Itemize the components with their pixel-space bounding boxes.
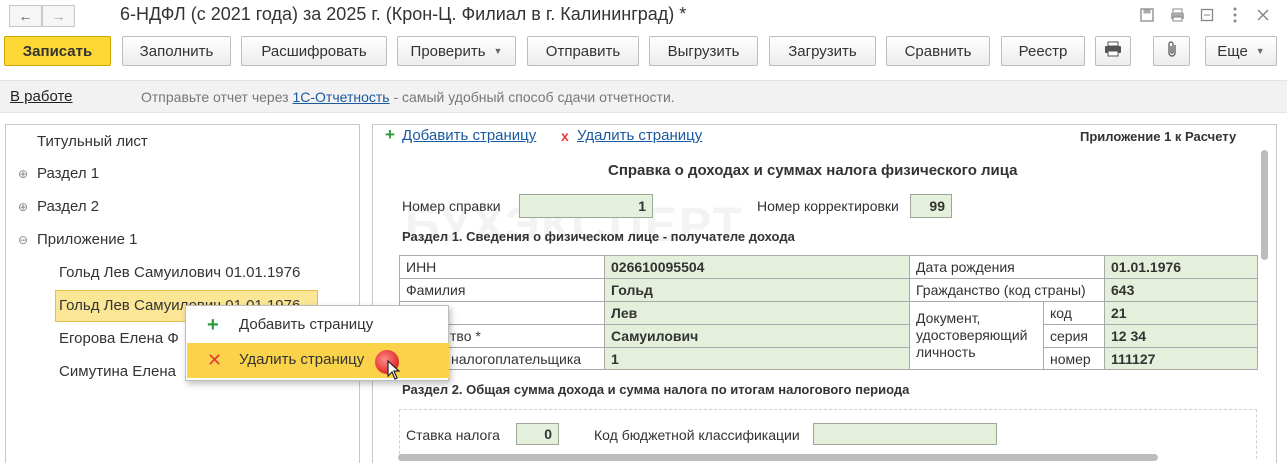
info-bar: В работе Отправьте отчет через 1С-Отчетн…: [0, 80, 1287, 113]
birth-field[interactable]: 01.01.1976: [1104, 255, 1258, 279]
appendix-label: Приложение 1 к Расчету: [1080, 129, 1237, 144]
print-button[interactable]: [1095, 36, 1131, 66]
doc-number-label: номер: [1043, 347, 1105, 370]
cert-number-label: Номер справки: [402, 198, 501, 214]
more-button[interactable]: Еще ▼: [1205, 36, 1277, 66]
tree-item-section1[interactable]: Раздел 1: [37, 165, 99, 182]
chevron-down-icon: ▼: [493, 46, 503, 56]
surname-label: Фамилия: [399, 278, 605, 302]
chevron-down-icon: ▼: [1255, 46, 1265, 56]
printer-icon: [1104, 41, 1122, 61]
correction-field[interactable]: 99: [910, 194, 952, 218]
name-field[interactable]: Лев: [604, 301, 910, 325]
section2-title: Раздел 2. Общая сумма дохода и сумма нал…: [402, 382, 910, 397]
info-text-after: - самый удобный способ сдачи отчетности.: [389, 89, 675, 105]
plus-icon: +: [207, 314, 219, 336]
back-button[interactable]: ←: [9, 5, 42, 27]
restore-icon[interactable]: [1198, 6, 1216, 24]
menu-item-label: Добавить страницу: [239, 316, 374, 333]
check-button-label: Проверить: [410, 42, 486, 60]
export-button[interactable]: Выгрузить: [649, 36, 758, 66]
horizontal-scrollbar[interactable]: [378, 454, 1258, 462]
kbk-label: Код бюджетной классификации: [594, 427, 800, 443]
doc-number-field[interactable]: 111127: [1104, 347, 1258, 370]
check-button[interactable]: Проверить ▼: [397, 36, 516, 66]
forward-button[interactable]: →: [42, 5, 75, 27]
person-table: ИНН 026610095504 Дата рождения 01.01.197…: [399, 255, 1258, 370]
form-heading: Справка о доходах и суммах налога физиче…: [608, 162, 1018, 179]
citizenship-field[interactable]: 643: [1104, 278, 1258, 302]
kbk-field[interactable]: [813, 423, 997, 445]
fill-button[interactable]: Заполнить: [122, 36, 231, 66]
info-text: Отправьте отчет через 1С-Отчетность - са…: [141, 89, 675, 105]
tree-item-person[interactable]: Егорова Елена Ф: [59, 330, 179, 347]
vertical-scrollbar[interactable]: [1260, 128, 1269, 458]
registry-button[interactable]: Реестр: [1001, 36, 1085, 66]
tax-rate-label: Ставка налога: [406, 427, 500, 443]
doc-series-field[interactable]: 12 34: [1104, 324, 1258, 348]
doc-series-label: серия: [1043, 324, 1105, 348]
plus-icon[interactable]: +: [385, 125, 395, 145]
citizenship-label: Гражданство (код страны): [909, 278, 1105, 302]
doc-code-label: код: [1043, 301, 1105, 325]
doc-label: Документ, удостоверяющий личность: [909, 301, 1044, 370]
delete-page-link[interactable]: Удалить страницу: [577, 127, 702, 144]
birth-label: Дата рождения: [909, 255, 1105, 279]
section1-title: Раздел 1. Сведения о физическом лице - п…: [402, 229, 795, 244]
more-button-label: Еще: [1217, 42, 1248, 60]
import-button[interactable]: Загрузить: [769, 36, 876, 66]
sections-tree: Титульный лист ⊕ Раздел 1 ⊕ Раздел 2 ⊖ П…: [5, 124, 360, 463]
delete-x-icon[interactable]: x: [561, 128, 569, 144]
correction-label: Номер корректировки: [757, 198, 899, 214]
info-text-before: Отправьте отчет через: [141, 89, 293, 105]
close-icon[interactable]: [1254, 6, 1272, 24]
mouse-cursor-icon: [387, 359, 401, 383]
tree-item-section2[interactable]: Раздел 2: [37, 198, 99, 215]
context-menu: + Добавить страницу ✕ Удалить страницу: [185, 305, 449, 381]
inn-field[interactable]: 026610095504: [604, 255, 910, 279]
tax-rate-field[interactable]: 0: [516, 423, 559, 445]
menu-item-label: Удалить страницу: [239, 351, 365, 368]
tree-item-person[interactable]: Гольд Лев Самуилович 01.01.1976: [59, 264, 300, 281]
decode-button[interactable]: Расшифровать: [241, 36, 387, 66]
patronymic-field[interactable]: Самуилович: [604, 324, 910, 348]
save-icon[interactable]: [1138, 6, 1156, 24]
scroll-thumb[interactable]: [398, 454, 1158, 461]
tree-item-appendix1[interactable]: Приложение 1: [37, 231, 138, 248]
window-title: 6-НДФЛ (с 2021 года) за 2025 г. (Крон-Ц.…: [120, 4, 687, 24]
expand-icon[interactable]: ⊕: [18, 200, 28, 214]
menu-item-delete-page[interactable]: ✕ Удалить страницу: [187, 343, 449, 378]
cert-number-field[interactable]: 1: [519, 194, 653, 218]
taxpayer-status-field[interactable]: 1: [604, 347, 910, 370]
expand-icon[interactable]: ⊕: [18, 167, 28, 181]
send-button[interactable]: Отправить: [527, 36, 639, 66]
1c-reporting-link[interactable]: 1С-Отчетность: [292, 89, 389, 105]
arrow-right-icon: →: [51, 8, 66, 24]
scroll-thumb[interactable]: [1261, 150, 1268, 260]
paperclip-icon: [1165, 40, 1179, 62]
save-button[interactable]: Записать: [4, 36, 111, 66]
add-page-link[interactable]: Добавить страницу: [402, 127, 536, 144]
attach-button[interactable]: [1153, 36, 1190, 66]
tree-item-title-page[interactable]: Титульный лист: [37, 133, 148, 150]
menu-item-add-page[interactable]: + Добавить страницу: [187, 308, 449, 343]
compare-button[interactable]: Сравнить: [886, 36, 990, 66]
doc-code-field[interactable]: 21: [1104, 301, 1258, 325]
more-vertical-icon[interactable]: [1226, 6, 1244, 24]
collapse-icon[interactable]: ⊖: [18, 233, 28, 247]
print-icon[interactable]: [1168, 6, 1186, 24]
delete-x-icon: ✕: [207, 350, 223, 370]
surname-field[interactable]: Гольд: [604, 278, 910, 302]
inn-label: ИНН: [399, 255, 605, 279]
tree-item-person[interactable]: Симутина Елена: [59, 363, 176, 380]
arrow-left-icon: ←: [18, 8, 33, 24]
status-link[interactable]: В работе: [10, 88, 73, 105]
